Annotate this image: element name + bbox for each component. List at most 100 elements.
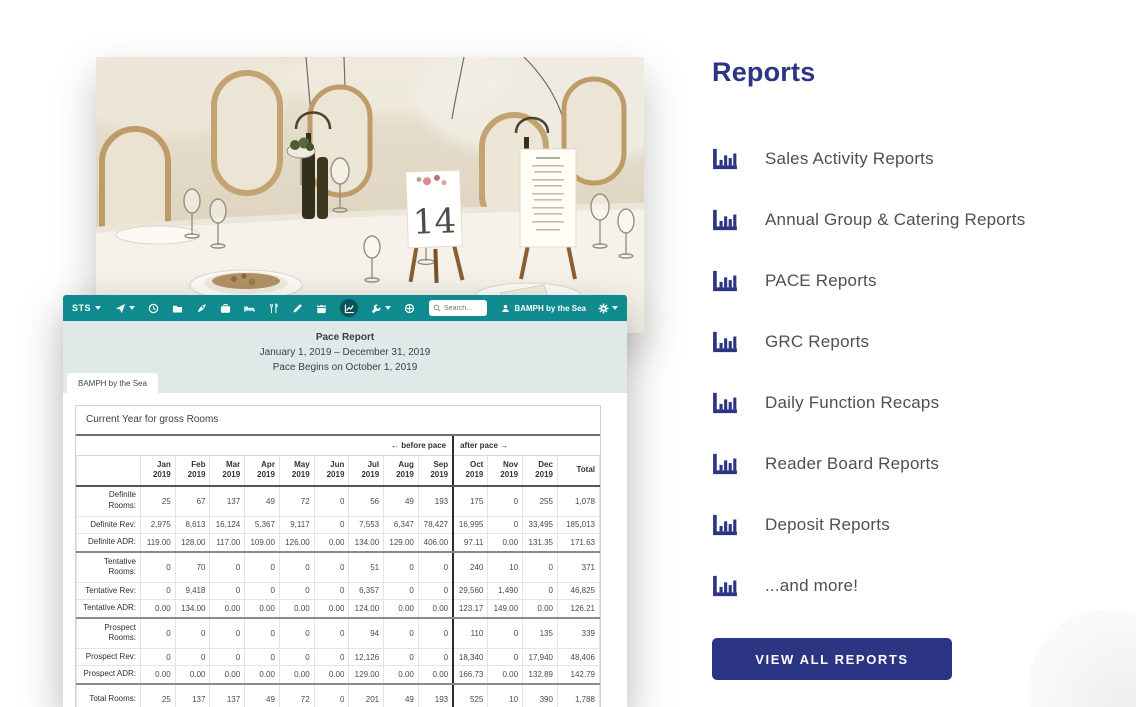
property-tab[interactable]: BAMPH by the Sea [67, 373, 158, 393]
rocket-icon[interactable] [196, 299, 207, 317]
calendar-icon[interactable] [316, 299, 327, 317]
page: 14 STS Search... BAMPH by the Sea Pace R… [0, 0, 1136, 707]
view-all-reports-button[interactable]: VIEW ALL REPORTS [712, 638, 952, 680]
table-cell: 0 [487, 515, 524, 535]
bar-chart-icon [712, 209, 738, 231]
table-cell: 10 [487, 683, 524, 707]
report-list-item: GRC Reports [712, 311, 1042, 372]
table-row: Definite ADR: 119.00 128.00 117.00 109.00 126… [76, 533, 601, 554]
table-cell: 0.00 [209, 665, 246, 686]
table-cell: 109.00 [244, 533, 280, 554]
report-header: Pace Report January 1, 2019 – December 3… [63, 321, 627, 393]
user-menu[interactable]: BAMPH by the Sea [501, 304, 586, 313]
table-cell: 0 [209, 581, 246, 601]
table-cell: 0 [417, 581, 455, 601]
gear-icon [598, 303, 609, 313]
report-list-label: Reader Board Reports [765, 453, 940, 473]
table-cell: 123.17 [452, 599, 489, 620]
table-cell: 525 [452, 683, 489, 707]
send-icon[interactable] [115, 299, 136, 317]
utensils-icon[interactable] [268, 299, 279, 317]
row-label: Prospect ADR: [76, 665, 141, 686]
table-cell: 0 [383, 581, 419, 601]
table-cell: 0.00 [278, 665, 315, 686]
user-icon [502, 304, 510, 312]
table-cell: 0 [313, 485, 350, 517]
table-row: Prospect Rooms: 0 0 0 0 0 0 94 0 0 110 0 135 339 [76, 617, 601, 649]
table-cell: 126.00 [278, 533, 315, 554]
report-list-item: PACE Reports [712, 250, 1042, 311]
table-cell: 0 [313, 581, 350, 601]
table-cell: 0 [417, 551, 455, 583]
table-cell: 124.00 [348, 599, 385, 620]
report-title: Pace Report [315, 332, 375, 343]
search-input[interactable] [444, 304, 484, 312]
table-cell: 94 [348, 617, 385, 649]
report-list-label: PACE Reports [765, 270, 877, 290]
month-header: Mar 2019 [209, 455, 246, 487]
table-cell: 0.00 [383, 599, 419, 620]
table-cell: 0.00 [209, 599, 246, 620]
before-pace-label: ← before pace [76, 436, 455, 456]
bar-chart-icon [712, 453, 738, 475]
month-header: May 2019 [278, 455, 315, 487]
report-list-label: Sales Activity Reports [765, 148, 934, 168]
table-cell: 255 [522, 485, 558, 517]
table-cell: 0.00 [417, 599, 455, 620]
table-cell: 110 [452, 617, 489, 649]
table-cell: 134.00 [348, 533, 385, 554]
table-cell: 0.00 [278, 599, 315, 620]
table-cell: 0 [244, 647, 280, 667]
bed-icon[interactable] [244, 299, 255, 317]
table-cell: 0 [140, 617, 176, 649]
chart-line-icon[interactable] [340, 299, 359, 317]
table-cell: 175 [452, 485, 489, 517]
pace-table: ← before pace after pace → Jan 2019 Feb 2019 M… [76, 436, 601, 707]
bar-chart-icon [712, 514, 738, 536]
table-cell: 0 [209, 647, 246, 667]
clock-icon[interactable] [148, 299, 159, 317]
table-cell: 0.00 [417, 665, 455, 686]
chevron-down-icon [95, 306, 102, 310]
table-cell: 0.00 [313, 665, 350, 686]
report-list-item: ...and more! [712, 555, 1042, 616]
month-header: Feb 2019 [174, 455, 211, 487]
table-cell: 149.00 [487, 599, 524, 620]
total-header: Total [556, 455, 601, 487]
bar-chart-icon [712, 270, 738, 292]
table-cell: 0 [209, 551, 246, 583]
row-label: Definite Rooms: [76, 485, 141, 517]
table-cell: 0 [244, 551, 280, 583]
table-cell: 49 [244, 485, 280, 517]
folder-icon[interactable] [172, 299, 183, 317]
report-list-label: ...and more! [765, 575, 859, 595]
target-icon[interactable] [404, 299, 415, 317]
table-cell: 0 [522, 581, 558, 601]
table-cell: 16,124 [209, 515, 246, 535]
toolbar-search [429, 300, 488, 316]
briefcase-icon[interactable] [220, 299, 231, 317]
pencil-icon[interactable] [292, 299, 303, 317]
table-cell: 201 [348, 683, 385, 707]
bar-chart-icon [712, 148, 738, 170]
settings-menu[interactable] [598, 303, 618, 314]
corner-decoration [1028, 609, 1136, 707]
row-label: Total Rooms: [76, 683, 141, 707]
panel-title: Current Year for gross Rooms [76, 406, 600, 436]
report-list-label: Annual Group & Catering Reports [765, 209, 1026, 229]
table-cell: 0 [313, 617, 350, 649]
table-cell: 0 [209, 617, 246, 649]
table-cell: 137 [174, 683, 211, 707]
tools-icon[interactable] [371, 299, 392, 317]
table-cell: 371 [556, 551, 601, 583]
table-cell: 56 [348, 485, 385, 517]
brand-menu[interactable]: STS [72, 303, 102, 313]
table-cell: 97.11 [452, 533, 489, 554]
table-cell: 29,560 [452, 581, 489, 601]
table-cell: 25 [140, 485, 176, 517]
table-cell: 0 [174, 647, 211, 667]
table-cell: 0.00 [140, 665, 176, 686]
table-cell: 0 [417, 617, 455, 649]
row-label: Prospect Rev: [76, 647, 141, 667]
table-cell: 0 [383, 617, 419, 649]
